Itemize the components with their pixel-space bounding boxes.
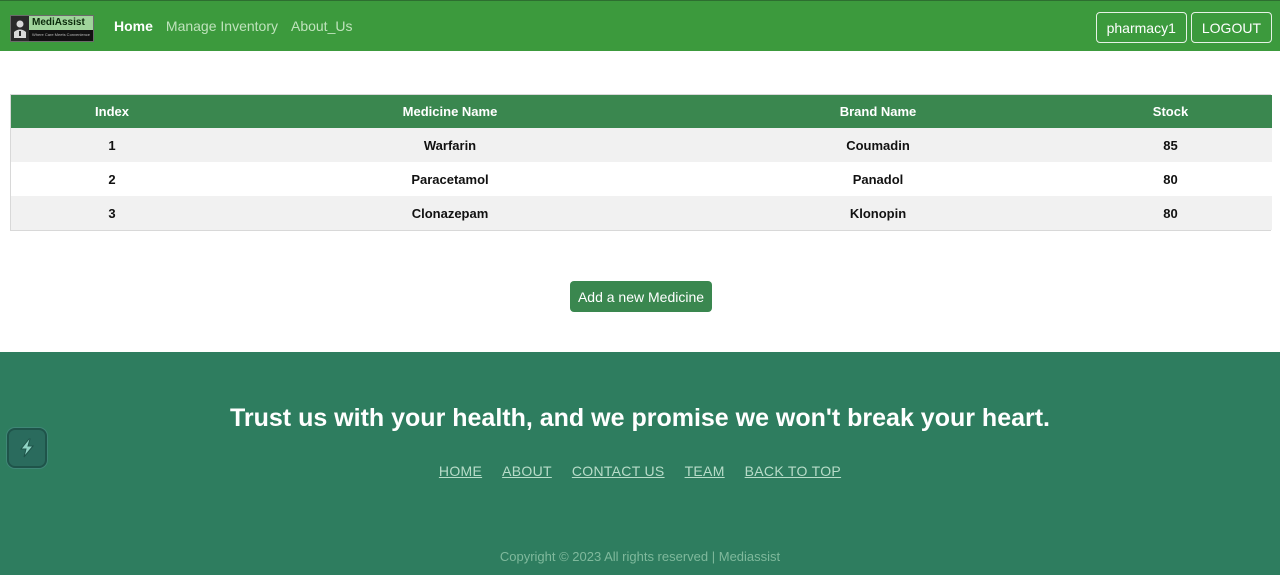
footer-link-home[interactable]: HOME (439, 463, 482, 479)
column-header-medicine-name: Medicine Name (402, 104, 498, 119)
cell-medicine-name: Warfarin (423, 137, 477, 153)
cell-index: 2 (108, 171, 116, 187)
brand-logo[interactable]: MediAssist Where Care Meets Convenience (10, 15, 94, 42)
user-button[interactable]: pharmacy1 (1095, 12, 1187, 43)
cell-brand-name: Klonopin (849, 205, 907, 221)
cell-brand-name: Panadol (852, 171, 904, 187)
table-row: 1 Warfarin Coumadin 85 (11, 128, 1272, 162)
footer-link-contact-us[interactable]: CONTACT US (572, 463, 665, 479)
cell-stock: 80 (1163, 171, 1178, 187)
logout-button[interactable]: LOGOUT (1190, 12, 1272, 43)
navbar: MediAssist Where Care Meets Convenience … (0, 0, 1280, 51)
inventory-table: Index Medicine Name Brand Name Stock 1 W… (10, 94, 1272, 231)
footer-link-back-to-top[interactable]: BACK TO TOP (745, 463, 841, 479)
column-header-brand-name: Brand Name (839, 104, 917, 119)
brand-tagline: Where Care Meets Convenience (32, 32, 91, 37)
brand-name: MediAssist (29, 16, 93, 30)
column-header-index: Index (95, 104, 129, 119)
footer-link-about[interactable]: ABOUT (502, 463, 552, 479)
cell-index: 1 (108, 137, 116, 153)
cell-medicine-name: Paracetamol (411, 171, 489, 187)
lightning-widget-icon[interactable] (7, 428, 47, 468)
table-row: 2 Paracetamol Panadol 80 (11, 162, 1272, 196)
cell-medicine-name: Clonazepam (411, 205, 489, 221)
nav-link-about-us[interactable]: About_Us (291, 18, 352, 34)
nav-right: pharmacy1 LOGOUT (1095, 12, 1272, 43)
column-header-stock: Stock (1152, 104, 1189, 119)
cell-stock: 85 (1163, 137, 1178, 153)
nav-link-manage-inventory[interactable]: Manage Inventory (166, 18, 278, 34)
footer: Trust us with your health, and we promis… (0, 352, 1280, 575)
nav-link-home[interactable]: Home (114, 18, 153, 34)
add-medicine-button[interactable]: Add a new Medicine (570, 281, 712, 312)
footer-links: HOME ABOUT CONTACT US TEAM BACK TO TOP (0, 463, 1280, 479)
nav-links: Home Manage Inventory About_Us (114, 18, 352, 34)
cell-stock: 80 (1163, 205, 1178, 221)
copyright-text: Copyright © 2023 All rights reserved | M… (499, 549, 781, 564)
footer-link-team[interactable]: TEAM (685, 463, 725, 479)
cell-index: 3 (108, 205, 116, 221)
footer-tagline: Trust us with your health, and we promis… (230, 404, 1050, 432)
doctor-logo-icon (11, 16, 29, 41)
table-header-row: Index Medicine Name Brand Name Stock (11, 95, 1272, 128)
cell-brand-name: Coumadin (846, 137, 910, 153)
table-row: 3 Clonazepam Klonopin 80 (11, 196, 1272, 230)
